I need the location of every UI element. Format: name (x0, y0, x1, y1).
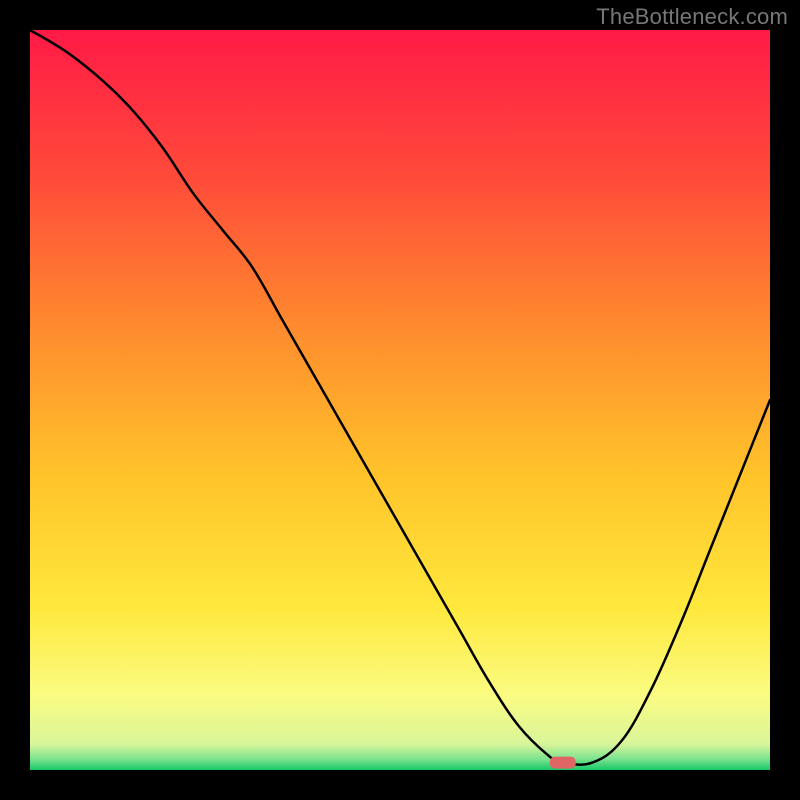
watermark-text: TheBottleneck.com (596, 4, 788, 30)
chart-svg (30, 30, 770, 770)
optimum-marker (550, 757, 576, 769)
heat-gradient-rect (30, 30, 770, 770)
chart-plot-area (30, 30, 770, 770)
chart-frame: TheBottleneck.com (0, 0, 800, 800)
